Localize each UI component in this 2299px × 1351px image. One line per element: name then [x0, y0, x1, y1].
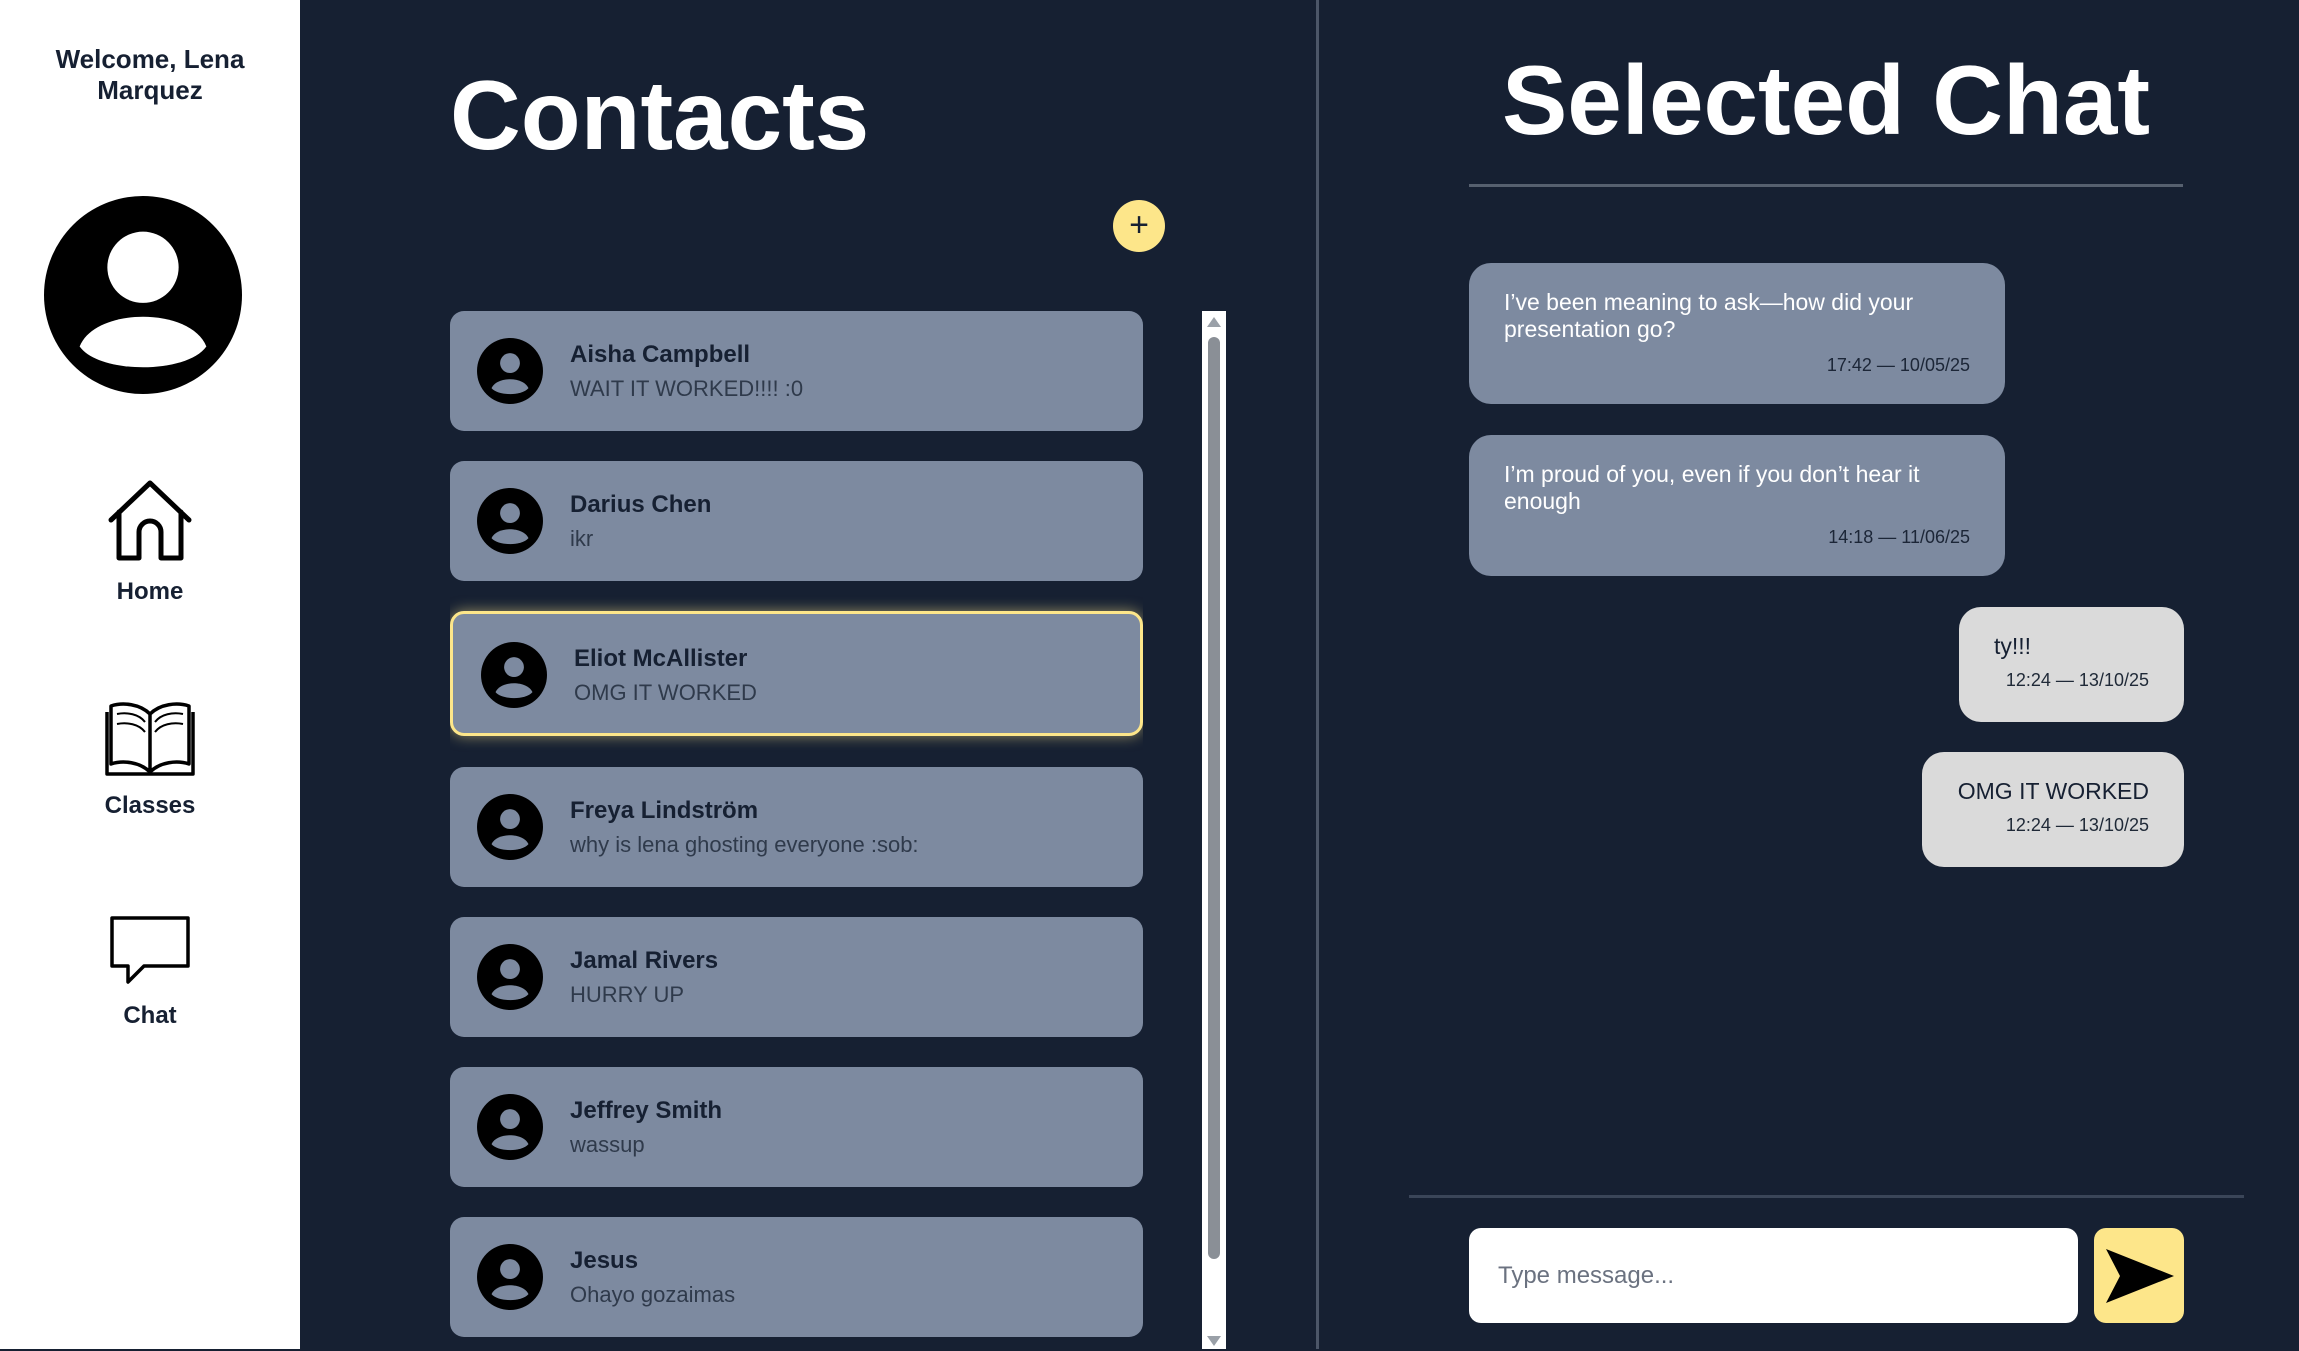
message-text: ty!!! — [1994, 633, 2032, 659]
message-timestamp: 17:42 — 10/05/25 — [1826, 355, 1970, 375]
contact-avatar-icon — [477, 944, 543, 1010]
contact-name: Jesus — [570, 1247, 639, 1274]
book-icon — [105, 702, 195, 776]
message-text: OMG IT WORKED — [1957, 778, 2149, 804]
contact-name: Eliot McAllister — [574, 645, 748, 672]
contact-last-message: Ohayo gozaimas — [570, 1282, 736, 1307]
nav-home-label: Home — [116, 578, 184, 605]
contact-avatar-icon — [477, 794, 543, 860]
contact-list: Aisha Campbell WAIT IT WORKED!!!! :0 Dar… — [450, 311, 1143, 1351]
composer-divider — [1409, 1195, 2244, 1198]
contact-name: Jamal Rivers — [570, 947, 719, 974]
add-contact-button[interactable]: + — [1113, 200, 1165, 252]
nav-classes-label: Classes — [104, 792, 196, 819]
message-bubble-sent: OMG IT WORKED 12:24 — 13/10/25 — [1922, 752, 2184, 867]
message-bubble-received: I’ve been meaning to ask—how did your pr… — [1469, 263, 2005, 404]
contact-last-message: wassup — [570, 1132, 645, 1157]
message-text: I’ve been meaning to ask—how did your pr… — [1504, 289, 1914, 342]
contact-card[interactable]: Darius Chen ikr — [450, 461, 1143, 581]
nav-classes[interactable]: Classes — [0, 698, 300, 820]
contact-last-message: ikr — [570, 526, 594, 551]
contact-card[interactable]: Jesus Ohayo gozaimas — [450, 1217, 1143, 1337]
contact-card-selected[interactable]: Eliot McAllister OMG IT WORKED — [450, 611, 1143, 736]
contacts-title: Contacts — [450, 60, 870, 170]
sidebar: Welcome, Lena Marquez Home Classes Chat — [0, 0, 300, 1349]
contact-name: Darius Chen — [570, 491, 712, 518]
home-icon — [108, 480, 192, 561]
contact-card[interactable]: Aisha Campbell WAIT IT WORKED!!!! :0 — [450, 311, 1143, 431]
scroll-down-arrow-icon[interactable] — [1207, 1336, 1221, 1346]
contact-last-message: OMG IT WORKED — [574, 680, 757, 705]
contact-list-scrollbar[interactable] — [1202, 311, 1226, 1349]
send-button[interactable] — [2094, 1228, 2184, 1323]
scroll-up-arrow-icon[interactable] — [1207, 317, 1221, 327]
contact-name: Jeffrey Smith — [570, 1097, 723, 1124]
contact-avatar-icon — [477, 488, 543, 554]
nav-chat[interactable]: Chat — [0, 914, 300, 1030]
message-timestamp: 12:24 — 13/10/25 — [2005, 815, 2149, 835]
message-timestamp: 14:18 — 11/06/25 — [1828, 527, 1970, 547]
contact-name: Aisha Campbell — [570, 341, 751, 368]
contact-last-message: HURRY UP — [570, 982, 685, 1007]
scrollbar-thumb[interactable] — [1208, 337, 1220, 1259]
contact-avatar-icon — [481, 642, 547, 708]
welcome-text: Welcome, Lena Marquez — [55, 44, 245, 105]
message-input[interactable] — [1469, 1228, 2078, 1323]
send-icon — [2106, 1249, 2174, 1303]
message-timestamp: 12:24 — 13/10/25 — [2005, 670, 2149, 690]
panel-divider — [1316, 0, 1319, 1349]
profile-avatar-icon[interactable] — [44, 196, 242, 394]
contact-avatar-icon — [477, 1094, 543, 1160]
message-bubble-received: I’m proud of you, even if you don’t hear… — [1469, 435, 2005, 576]
contact-card[interactable]: Freya Lindström why is lena ghosting eve… — [450, 767, 1143, 887]
contact-avatar-icon — [477, 1244, 543, 1310]
chat-title-divider — [1469, 184, 2183, 187]
contact-last-message: why is lena ghosting everyone :sob: — [570, 832, 919, 857]
contact-card[interactable]: Jamal Rivers HURRY UP — [450, 917, 1143, 1037]
contact-last-message: WAIT IT WORKED!!!! :0 — [570, 376, 804, 401]
contact-avatar-icon — [477, 338, 543, 404]
message-bubble-sent: ty!!! 12:24 — 13/10/25 — [1959, 607, 2184, 722]
nav-home[interactable]: Home — [0, 478, 300, 606]
chat-title: Selected Chat — [1501, 45, 2151, 155]
contact-name: Freya Lindström — [570, 797, 759, 824]
contact-card[interactable]: Jeffrey Smith wassup — [450, 1067, 1143, 1187]
nav-chat-label: Chat — [123, 1002, 177, 1029]
message-text: I’m proud of you, even if you don’t hear… — [1504, 461, 1920, 514]
chat-bubble-icon — [110, 916, 190, 984]
